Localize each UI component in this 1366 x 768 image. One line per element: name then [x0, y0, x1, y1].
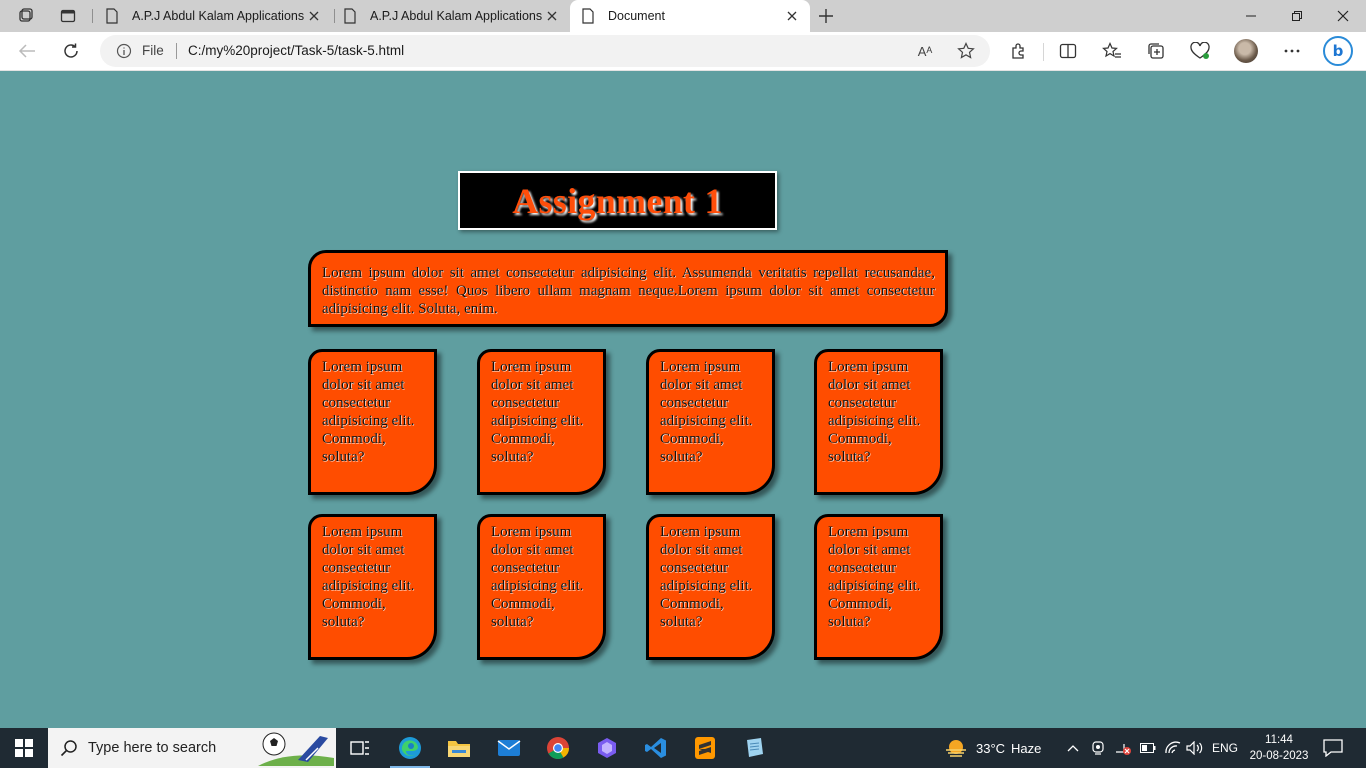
battery-icon[interactable]	[1140, 728, 1156, 768]
address-bar[interactable]: File C:/my%20project/Task-5/task-5.html …	[100, 35, 990, 67]
sublime-text-icon[interactable]	[681, 728, 729, 768]
search-icon	[60, 740, 77, 757]
tab-title: Document	[608, 9, 665, 23]
card: Lorem ipsum dolor sit amet consectetur a…	[646, 514, 775, 660]
clock[interactable]: 11:44 20-08-2023	[1244, 732, 1314, 764]
navigation-bar: File C:/my%20project/Task-5/task-5.html …	[0, 32, 1366, 71]
tab-kalam-1[interactable]: A.P.J Abdul Kalam Applications	[100, 0, 332, 32]
tab-title: A.P.J Abdul Kalam Applications	[132, 9, 305, 23]
page-icon	[342, 8, 358, 24]
more-options-icon[interactable]	[1277, 37, 1307, 65]
scheme-label: File	[142, 43, 164, 58]
card: Lorem ipsum dolor sit amet consectetur a…	[477, 349, 606, 495]
card: Lorem ipsum dolor sit amet consectetur a…	[477, 514, 606, 660]
close-window-icon[interactable]	[1320, 0, 1366, 32]
restore-icon[interactable]	[1274, 0, 1320, 32]
haze-weather-icon	[946, 740, 966, 757]
url-text[interactable]: C:/my%20project/Task-5/task-5.html	[188, 43, 404, 58]
taskbar-search[interactable]: Type here to search	[48, 728, 336, 768]
workspaces-icon[interactable]	[12, 4, 40, 28]
webcam-icon[interactable]	[1090, 728, 1106, 768]
card: Lorem ipsum dolor sit amet consectetur a…	[308, 349, 437, 495]
page-icon	[104, 8, 120, 24]
weather-widget[interactable]: 33°C Haze	[944, 728, 1041, 768]
page-icon	[580, 8, 596, 24]
read-aloud-icon[interactable]: Aᴬ	[915, 42, 935, 60]
page-title: Assignment 1	[512, 180, 723, 221]
weather-temp: 33°C	[976, 740, 1006, 756]
wifi-icon[interactable]	[1164, 728, 1182, 768]
copilot-bing-icon[interactable]: b	[1323, 36, 1353, 66]
card: Lorem ipsum dolor sit amet consectetur a…	[308, 514, 437, 660]
site-info-icon[interactable]	[116, 43, 134, 59]
refresh-icon[interactable]	[56, 37, 86, 65]
card: Lorem ipsum dolor sit amet consectetur a…	[814, 349, 943, 495]
tab-strip: A.P.J Abdul Kalam Applications A.P.J Abd…	[0, 0, 1366, 32]
notepad-icon[interactable]	[730, 728, 778, 768]
language-indicator[interactable]: ENG	[1212, 728, 1238, 768]
search-placeholder: Type here to search	[88, 740, 217, 756]
chrome-icon[interactable]	[534, 728, 582, 768]
close-tab-icon[interactable]	[784, 8, 800, 24]
close-tab-icon[interactable]	[306, 8, 322, 24]
collections-icon[interactable]	[1141, 37, 1171, 65]
file-explorer-icon[interactable]	[435, 728, 483, 768]
clock-time: 11:44	[1265, 734, 1293, 746]
tab-kalam-2[interactable]: A.P.J Abdul Kalam Applications	[338, 0, 570, 32]
network-disconnected-icon[interactable]	[1114, 728, 1132, 768]
task-view-icon[interactable]	[336, 728, 384, 768]
copilot-icon[interactable]	[583, 728, 631, 768]
weather-condition: Haze	[1011, 740, 1042, 756]
vscode-icon[interactable]	[632, 728, 680, 768]
card: Lorem ipsum dolor sit amet consectetur a…	[646, 349, 775, 495]
tab-actions-icon[interactable]	[54, 4, 82, 28]
browser-essentials-icon[interactable]	[1185, 37, 1215, 65]
minimize-icon[interactable]	[1228, 0, 1274, 32]
split-screen-icon[interactable]	[1053, 37, 1083, 65]
windows-start-icon[interactable]	[0, 728, 48, 768]
edge-icon[interactable]	[386, 728, 434, 768]
tab-title: A.P.J Abdul Kalam Applications	[370, 9, 543, 23]
intro-paragraph: Lorem ipsum dolor sit amet consectetur a…	[308, 250, 948, 327]
volume-icon[interactable]	[1186, 728, 1204, 768]
extensions-icon[interactable]	[1004, 37, 1034, 65]
taskbar: Type here to search 33°C Haze ENG 11:44 …	[0, 728, 1366, 768]
clock-date: 20-08-2023	[1249, 750, 1309, 762]
favorite-star-icon[interactable]	[956, 42, 976, 60]
profile-avatar[interactable]	[1234, 39, 1258, 63]
page-title-box: Assignment 1	[458, 171, 777, 230]
favorites-icon[interactable]	[1097, 37, 1127, 65]
back-icon[interactable]	[12, 37, 42, 65]
notifications-icon[interactable]	[1310, 728, 1356, 768]
new-tab-icon[interactable]	[812, 4, 840, 28]
football-highlight-icon	[258, 732, 334, 766]
card: Lorem ipsum dolor sit amet consectetur a…	[814, 514, 943, 660]
tab-document[interactable]: Document	[570, 0, 810, 32]
mail-icon[interactable]	[485, 728, 533, 768]
close-tab-icon[interactable]	[544, 8, 560, 24]
show-hidden-icons-icon[interactable]	[1066, 728, 1080, 768]
